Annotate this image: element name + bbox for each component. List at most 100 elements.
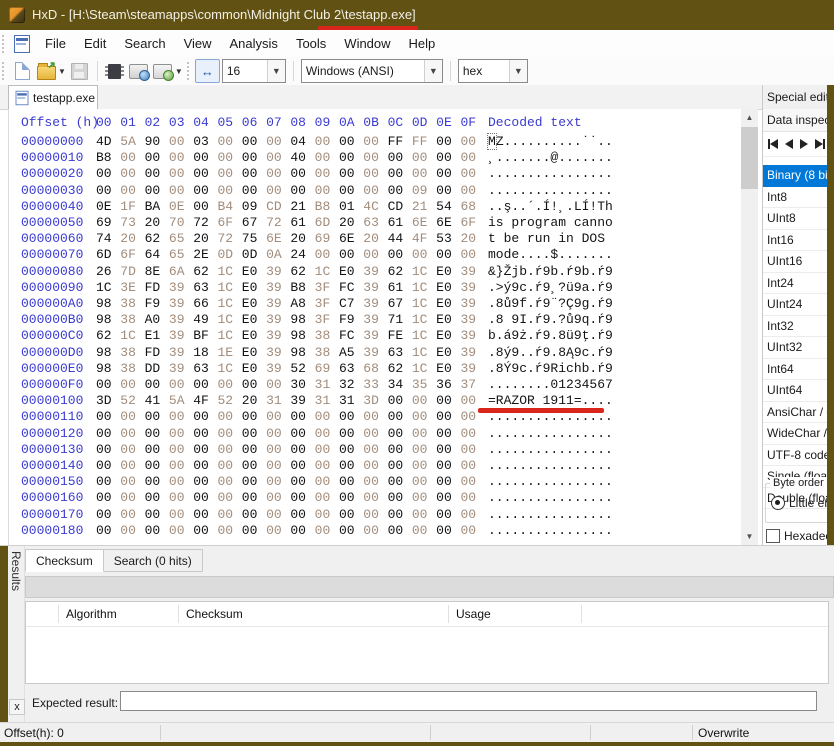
hex-byte[interactable]: 00 — [363, 409, 387, 425]
hex-byte[interactable]: 00 — [290, 490, 314, 506]
hex-byte[interactable]: 00 — [388, 458, 412, 474]
hex-byte[interactable]: 00 — [412, 490, 436, 506]
hex-byte[interactable]: 49 — [193, 312, 217, 328]
hex-byte[interactable]: 20 — [120, 231, 144, 247]
decoded-text-cell[interactable]: ................ — [488, 474, 613, 490]
hex-byte[interactable]: 54 — [436, 199, 460, 215]
hex-byte[interactable]: 63 — [193, 361, 217, 377]
hex-bytes[interactable]: 74 20 62 65 20 72 75 6E 20 69 6E 20 44 4F 53 20 — [96, 231, 485, 247]
hex-byte[interactable]: 00 — [145, 490, 169, 506]
hex-byte[interactable]: 00 — [266, 134, 290, 150]
hex-byte[interactable]: 00 — [363, 474, 387, 490]
hex-byte[interactable]: 36 — [436, 377, 460, 393]
hex-byte[interactable]: 3D — [363, 393, 387, 409]
hex-byte[interactable]: 26 — [96, 264, 120, 280]
hex-byte[interactable]: 00 — [315, 150, 339, 166]
hex-byte[interactable]: 00 — [120, 150, 144, 166]
hex-byte[interactable]: 00 — [436, 442, 460, 458]
hex-byte[interactable]: 00 — [242, 409, 266, 425]
hex-byte[interactable]: 01 — [339, 199, 363, 215]
hex-byte[interactable]: 39 — [460, 345, 484, 361]
hex-byte[interactable]: 00 — [460, 442, 484, 458]
hex-bytes[interactable]: 98 38 F9 39 66 1C E0 39 A8 3F C7 39 67 1C E0 39 — [96, 296, 485, 312]
hex-byte[interactable]: E1 — [145, 328, 169, 344]
hex-byte[interactable]: 00 — [315, 458, 339, 474]
hex-byte[interactable]: 38 — [120, 296, 144, 312]
hex-byte[interactable]: 39 — [460, 264, 484, 280]
hex-bytes[interactable]: 98 38 DD 39 63 1C E0 39 52 69 63 68 62 1C E0 39 — [96, 361, 485, 377]
hex-byte[interactable]: 52 — [217, 393, 241, 409]
hex-byte[interactable]: 00 — [436, 247, 460, 263]
hex-byte[interactable]: 00 — [460, 523, 484, 539]
hex-byte[interactable]: 00 — [120, 442, 144, 458]
hex-byte[interactable]: 98 — [96, 312, 120, 328]
encoding-combo[interactable]: Windows (ANSI) ▼ — [300, 59, 443, 83]
decoded-text-cell[interactable]: ................ — [488, 523, 613, 539]
hex-byte[interactable]: E0 — [436, 280, 460, 296]
hex-byte[interactable]: 00 — [412, 474, 436, 490]
hex-byte[interactable]: 61 — [388, 280, 412, 296]
expected-result-input[interactable] — [120, 691, 817, 711]
hex-byte[interactable]: 00 — [217, 134, 241, 150]
caret-position[interactable]: M — [487, 133, 497, 150]
hex-byte[interactable]: 67 — [242, 215, 266, 231]
hex-byte[interactable]: 39 — [460, 296, 484, 312]
hex-byte[interactable]: 20 — [339, 215, 363, 231]
hex-byte[interactable]: 00 — [339, 474, 363, 490]
hex-byte[interactable]: 00 — [388, 393, 412, 409]
hex-byte[interactable]: 39 — [363, 296, 387, 312]
hex-byte[interactable]: 39 — [169, 345, 193, 361]
decoded-text-cell[interactable]: ................ — [488, 166, 613, 182]
hex-byte[interactable]: 00 — [315, 523, 339, 539]
hex-byte[interactable]: 00 — [315, 507, 339, 523]
hex-byte[interactable]: 6F — [217, 215, 241, 231]
hex-byte[interactable]: 39 — [460, 312, 484, 328]
hex-byte[interactable]: 6F — [460, 215, 484, 231]
hex-byte[interactable]: 00 — [436, 507, 460, 523]
hex-byte[interactable]: 00 — [436, 166, 460, 182]
hex-byte[interactable]: 98 — [290, 345, 314, 361]
hex-byte[interactable]: 00 — [290, 523, 314, 539]
hex-byte[interactable]: CD — [388, 199, 412, 215]
hex-byte[interactable]: 00 — [242, 377, 266, 393]
hex-byte[interactable]: 00 — [412, 150, 436, 166]
hex-byte[interactable]: 00 — [363, 247, 387, 263]
hex-byte[interactable]: 39 — [169, 280, 193, 296]
hex-byte[interactable]: 00 — [120, 409, 144, 425]
hex-byte[interactable]: 00 — [460, 507, 484, 523]
new-file-button[interactable] — [11, 60, 33, 82]
hex-byte[interactable]: 32 — [339, 377, 363, 393]
inspector-type-uint8[interactable]: UInt8 — [763, 208, 827, 230]
hex-byte[interactable]: 00 — [412, 409, 436, 425]
hex-byte[interactable]: 69 — [315, 231, 339, 247]
hex-byte[interactable]: 39 — [169, 312, 193, 328]
hex-byte[interactable]: 00 — [266, 474, 290, 490]
hex-byte[interactable]: 00 — [315, 474, 339, 490]
hex-byte[interactable]: 90 — [145, 134, 169, 150]
hex-byte[interactable]: 44 — [388, 231, 412, 247]
toolbar-grip[interactable] — [186, 62, 192, 80]
hex-byte[interactable]: 68 — [363, 361, 387, 377]
hex-byte[interactable]: 04 — [290, 134, 314, 150]
hex-byte[interactable]: 00 — [169, 377, 193, 393]
hex-byte[interactable]: 00 — [460, 183, 484, 199]
hex-byte[interactable]: 00 — [169, 183, 193, 199]
hex-byte[interactable]: 00 — [339, 523, 363, 539]
hex-byte[interactable]: 20 — [290, 231, 314, 247]
hex-bytes[interactable]: 00 00 00 00 00 00 00 00 00 00 00 00 00 00 00 00 — [96, 458, 485, 474]
hex-byte[interactable]: 00 — [436, 183, 460, 199]
hex-byte[interactable]: 0E — [169, 199, 193, 215]
hex-byte[interactable]: 00 — [412, 166, 436, 182]
hex-byte[interactable]: 00 — [460, 458, 484, 474]
hex-byte[interactable]: 00 — [266, 507, 290, 523]
open-disk-image-button[interactable] — [152, 60, 175, 82]
hexadecimal-checkbox[interactable]: Hexadecimal — [766, 529, 827, 543]
hex-byte[interactable]: 00 — [120, 474, 144, 490]
hex-byte[interactable]: E0 — [436, 345, 460, 361]
hex-byte[interactable]: 00 — [412, 393, 436, 409]
hex-byte[interactable]: 00 — [96, 166, 120, 182]
status-insert-mode[interactable]: Overwrite — [698, 726, 749, 740]
decoded-text-cell[interactable]: t be run in DOS — [488, 231, 613, 247]
hex-byte[interactable]: 1C — [217, 328, 241, 344]
hex-byte[interactable]: 00 — [145, 474, 169, 490]
